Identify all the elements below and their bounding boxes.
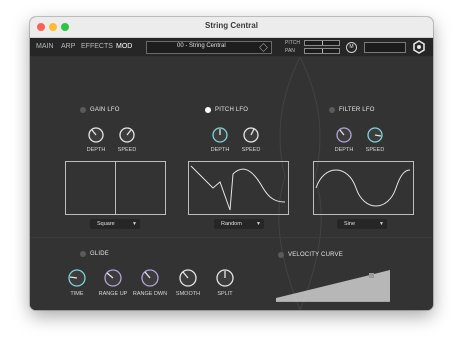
pitch-slider[interactable]	[304, 40, 340, 46]
section-divider	[30, 237, 433, 238]
filter-shape-value: Sine	[344, 221, 356, 227]
window-title: String Central	[205, 21, 258, 30]
pitch-lfo-title: PITCH LFO	[215, 107, 249, 113]
filter-lfo-toggle[interactable]	[329, 107, 335, 113]
pitch-shape-dropdown[interactable]: Random ▼	[214, 219, 264, 229]
glide-split-label: SPLIT	[217, 291, 233, 297]
pitch-label: PITCH	[285, 40, 300, 46]
velocity-curve-toggle[interactable]	[278, 252, 284, 258]
filter-shape-dropdown[interactable]: Sine ▼	[337, 219, 387, 229]
tab-arp[interactable]: ARP	[61, 43, 75, 50]
glide-range-down-label: RANGE DWN	[132, 291, 168, 297]
velocity-curve-title: VELOCITY CURVE	[288, 252, 343, 258]
gain-lfo-waveform	[65, 161, 166, 215]
pitch-speed-label: SPEED	[241, 147, 261, 153]
glide-range-up-knob[interactable]	[103, 268, 123, 288]
pitch-shape-value: Random	[221, 221, 242, 227]
gain-shape-value: Square	[97, 221, 115, 227]
preset-selector[interactable]: 00 - String Central	[146, 41, 272, 54]
pitch-speed-knob[interactable]	[242, 126, 260, 144]
gain-lfo-toggle[interactable]	[80, 107, 86, 113]
gain-depth-label: DEPTH	[86, 147, 106, 153]
glide-range-up-label: RANGE UP	[98, 291, 128, 297]
glide-toggle[interactable]	[80, 251, 86, 257]
pitch-lfo-waveform	[188, 161, 289, 215]
chevron-down-icon: ▼	[132, 221, 137, 227]
gain-lfo-title: GAIN LFO	[90, 107, 120, 113]
glide-time-knob[interactable]	[67, 268, 87, 288]
gear-logo-icon[interactable]	[412, 40, 426, 54]
velocity-curve-handle[interactable]	[369, 273, 374, 278]
m-button[interactable]: M	[346, 42, 357, 53]
chevron-down-icon: ▼	[256, 221, 261, 227]
filter-lfo-waveform	[313, 161, 414, 215]
pan-slider[interactable]	[304, 48, 340, 54]
top-bar: MAIN ARP EFFECTS MOD 00 - String Central…	[30, 38, 433, 56]
filter-lfo-title: FILTER LFO	[339, 107, 375, 113]
plugin-ui: MAIN ARP EFFECTS MOD 00 - String Central…	[30, 38, 433, 310]
pitch-depth-label: DEPTH	[210, 147, 230, 153]
glide-smooth-knob[interactable]	[178, 268, 198, 288]
tab-mod[interactable]: MOD	[116, 43, 132, 50]
glide-time-label: TIME	[70, 291, 84, 297]
gain-shape-dropdown[interactable]: Square ▼	[90, 219, 140, 229]
pan-label: PAN	[285, 48, 295, 54]
output-meter	[364, 42, 406, 53]
gain-speed-label: SPEED	[117, 147, 137, 153]
gain-speed-knob[interactable]	[118, 126, 136, 144]
glide-split-knob[interactable]	[215, 268, 235, 288]
chevron-down-icon: ▼	[379, 221, 384, 227]
filter-depth-knob[interactable]	[335, 126, 353, 144]
preset-nav-icon[interactable]	[259, 43, 268, 52]
pitch-depth-knob[interactable]	[211, 126, 229, 144]
gain-depth-knob[interactable]	[87, 126, 105, 144]
pitch-lfo-toggle[interactable]	[205, 107, 211, 113]
velocity-curve-editor[interactable]	[276, 268, 391, 302]
glide-title: GLIDE	[90, 251, 110, 257]
filter-depth-label: DEPTH	[334, 147, 354, 153]
filter-speed-label: SPEED	[365, 147, 385, 153]
glide-range-down-knob[interactable]	[140, 268, 160, 288]
tab-effects[interactable]: EFFECTS	[81, 43, 113, 50]
title-bar: String Central	[30, 17, 433, 38]
filter-speed-knob[interactable]	[366, 126, 384, 144]
preset-name: 00 - String Central	[177, 43, 226, 49]
glide-smooth-label: SMOOTH	[175, 291, 201, 297]
tab-main[interactable]: MAIN	[36, 43, 54, 50]
plugin-window: String Central MAIN ARP EFFECTS MOD 00 -…	[30, 17, 433, 310]
